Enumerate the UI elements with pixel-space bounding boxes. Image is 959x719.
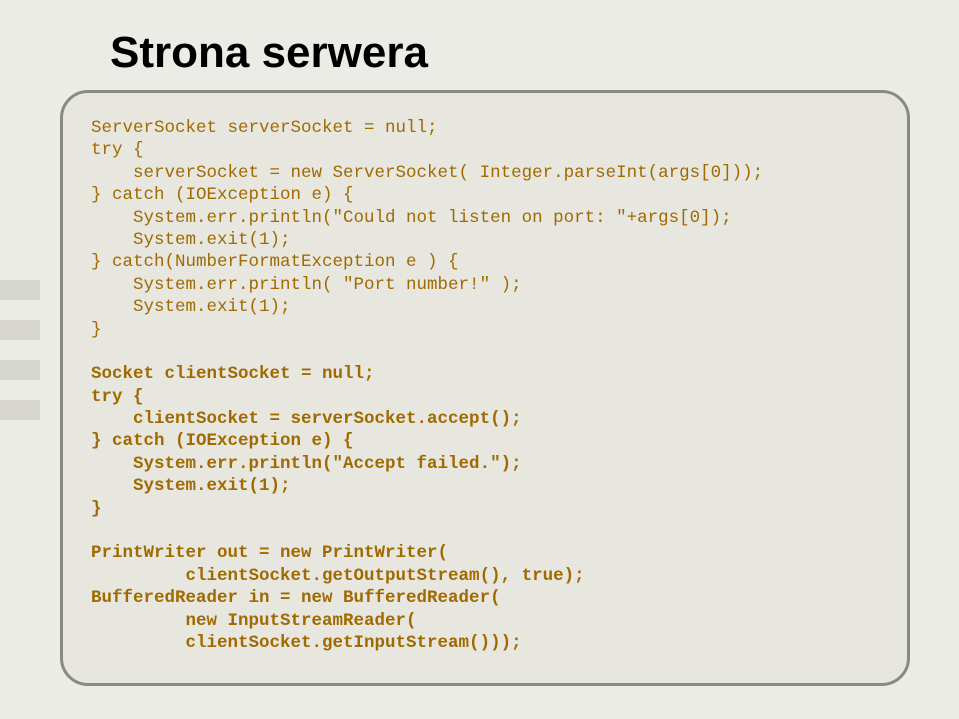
code-line: try { [91, 140, 144, 160]
code-line: try { [91, 387, 144, 407]
code-line: System.exit(1); [91, 476, 291, 496]
code-line: } catch (IOException e) { [91, 431, 354, 451]
code-line: clientSocket.getOutputStream(), true); [91, 566, 585, 586]
code-line: BufferedReader in = new BufferedReader( [91, 588, 501, 608]
code-line: System.err.println("Accept failed."); [91, 454, 522, 474]
code-block: ServerSocket serverSocket = null; try { … [91, 117, 879, 654]
slide-title: Strona serwera [110, 28, 428, 78]
code-line: new InputStreamReader( [91, 611, 417, 631]
code-line: serverSocket = new ServerSocket( Integer… [91, 163, 763, 183]
code-line: System.exit(1); [91, 297, 291, 317]
stripe [0, 360, 40, 380]
stripe [0, 400, 40, 420]
stripe [0, 320, 40, 340]
code-line: clientSocket = serverSocket.accept(); [91, 409, 522, 429]
code-line: PrintWriter out = new PrintWriter( [91, 543, 448, 563]
code-line: System.exit(1); [91, 230, 291, 250]
stripe [0, 280, 40, 300]
code-panel: ServerSocket serverSocket = null; try { … [60, 90, 910, 686]
code-line: } [91, 320, 102, 340]
code-line: ServerSocket serverSocket = null; [91, 118, 438, 138]
code-line: Socket clientSocket = null; [91, 364, 375, 384]
code-line: System.err.println("Could not listen on … [91, 208, 732, 228]
code-line: } [91, 499, 102, 519]
code-line: clientSocket.getInputStream())); [91, 633, 522, 653]
decorative-stripes [0, 280, 40, 440]
code-line: } catch(NumberFormatException e ) { [91, 252, 459, 272]
code-line: System.err.println( "Port number!" ); [91, 275, 522, 295]
code-line: } catch (IOException e) { [91, 185, 354, 205]
